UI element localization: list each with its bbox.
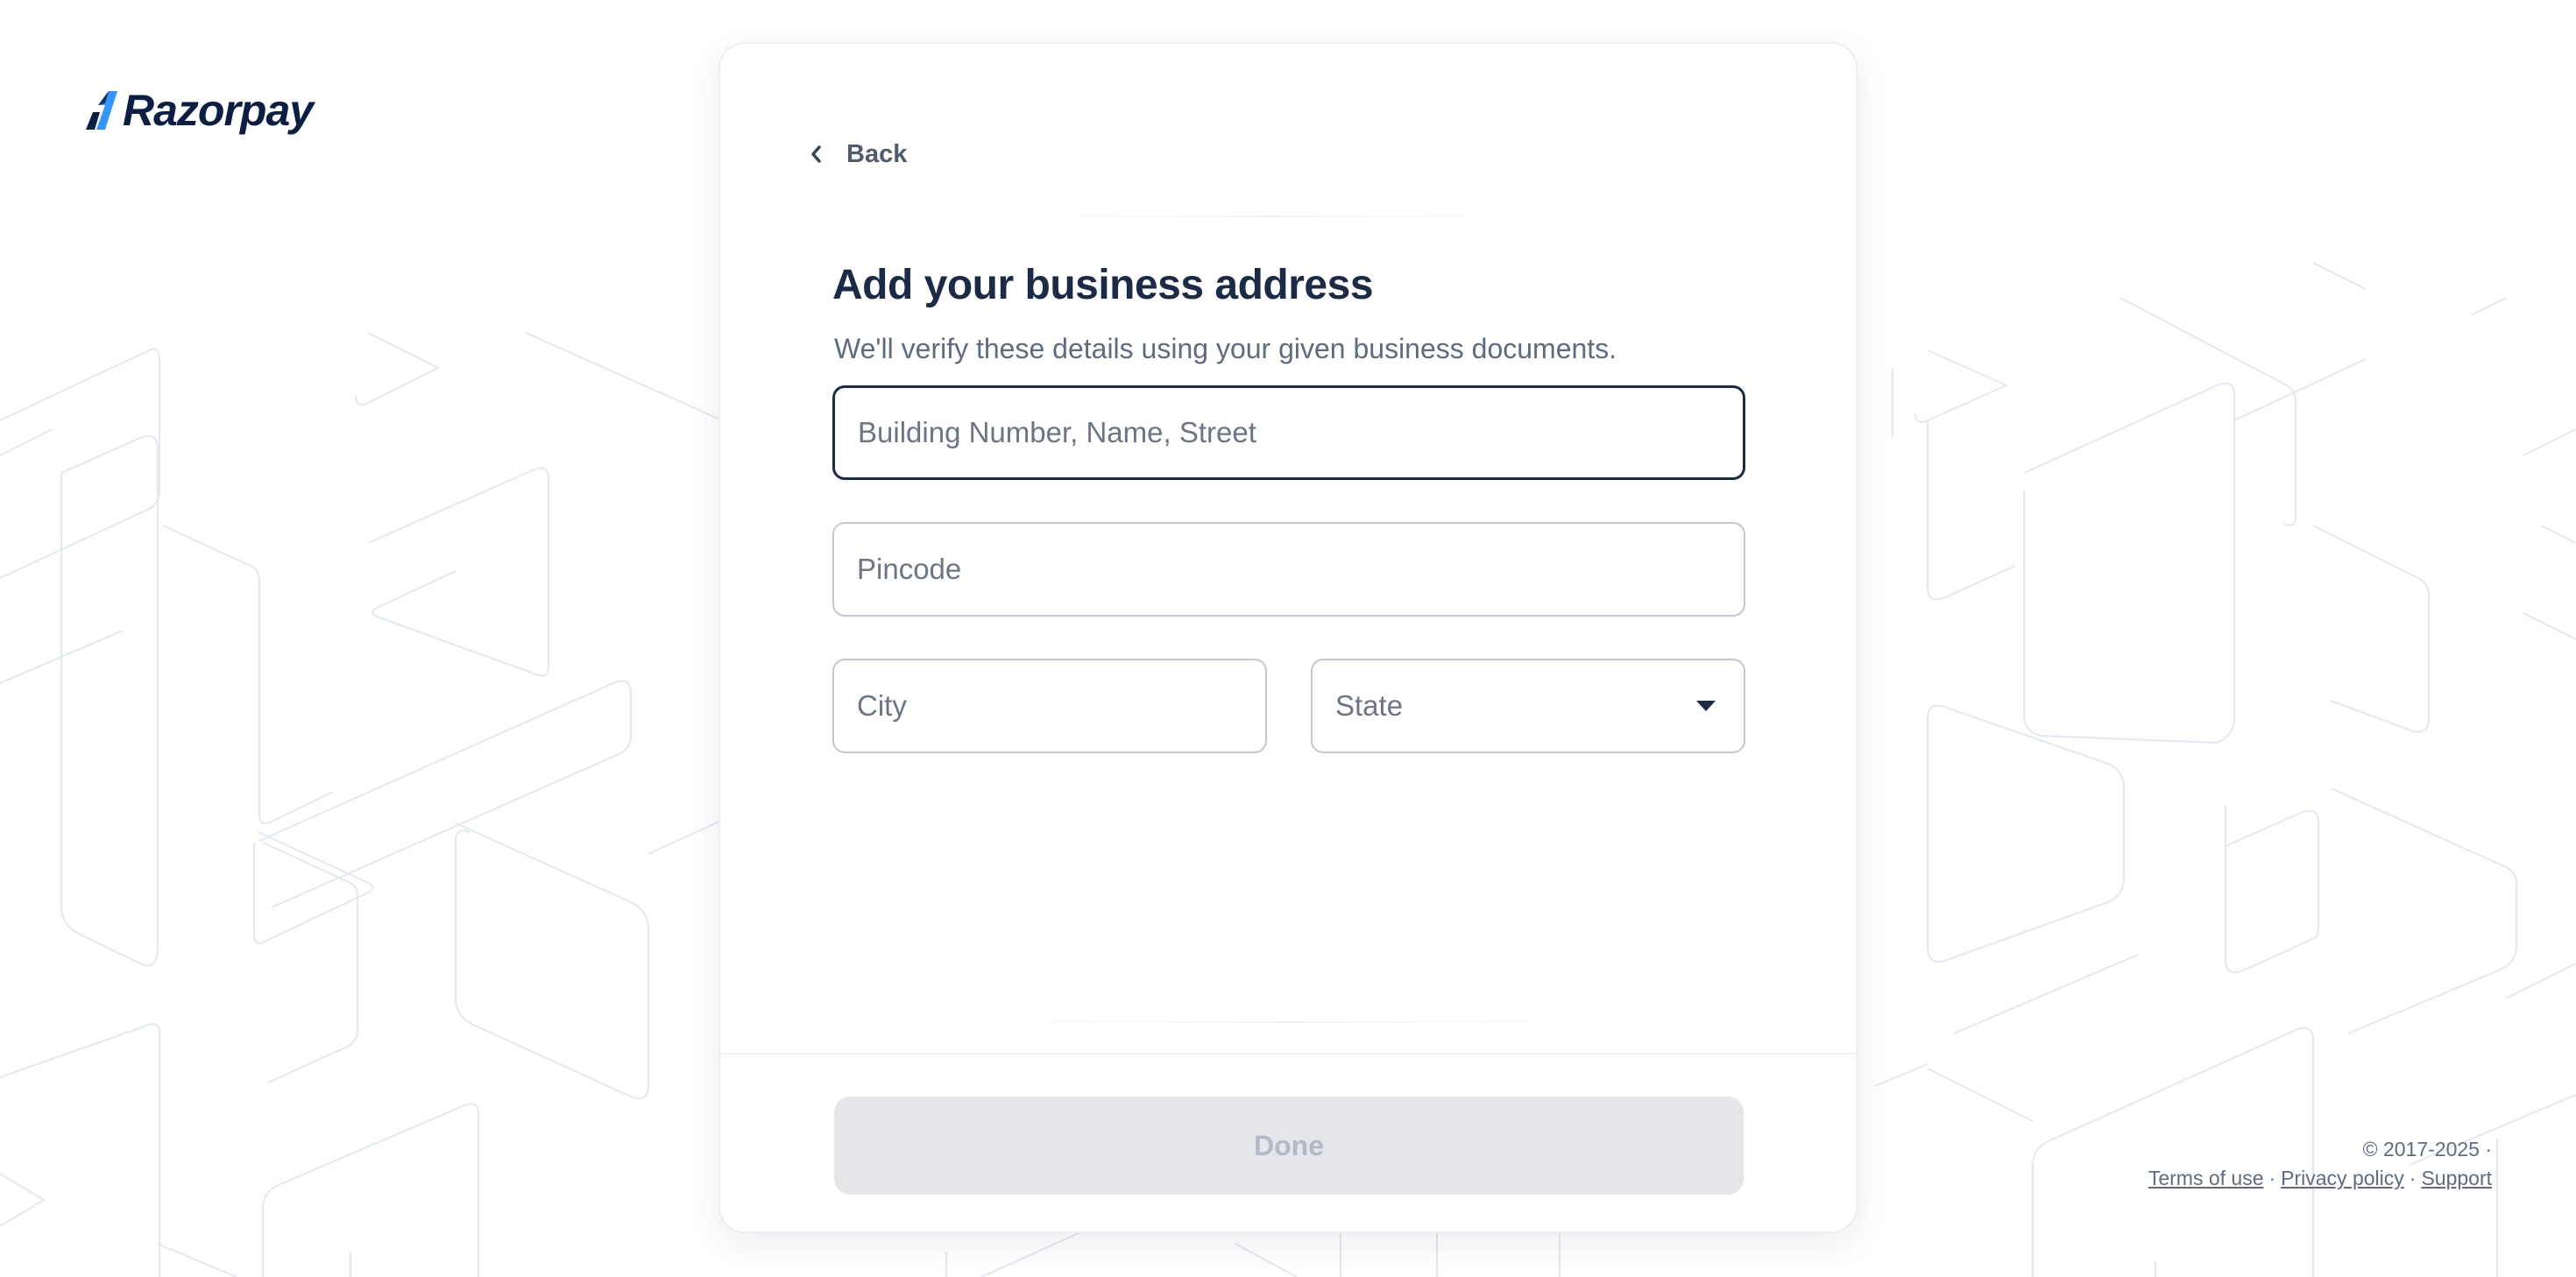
- brand-name: Razorpay: [123, 86, 314, 135]
- street-input[interactable]: [835, 388, 1743, 477]
- card-footer-divider: [720, 1053, 1856, 1055]
- page-title: Add your business address: [832, 262, 1374, 308]
- pincode-input[interactable]: [834, 524, 1744, 615]
- address-form-card: Back Add your business address We'll ver…: [718, 42, 1858, 1233]
- city-input[interactable]: [834, 660, 1265, 751]
- copyright: © 2017-2025 ·: [2362, 1138, 2492, 1161]
- page-subtitle: We'll verify these details using your gi…: [834, 333, 1617, 364]
- terms-of-use-link[interactable]: Terms of use: [2148, 1167, 2264, 1189]
- caret-down-icon: [1693, 693, 1719, 719]
- back-label: Back: [846, 139, 908, 168]
- state-select-label: State: [1335, 689, 1404, 722]
- chevron-left-icon: [799, 137, 834, 172]
- header-divider: [1036, 215, 1509, 217]
- back-button[interactable]: Back: [799, 128, 907, 180]
- legal-footer: © 2017-2025 · Terms of use · Privacy polic…: [2148, 1135, 2492, 1193]
- privacy-policy-link[interactable]: Privacy policy: [2281, 1167, 2404, 1189]
- separator: ·: [2268, 1167, 2276, 1189]
- legal-links: Terms of use · Privacy policy · Support: [2148, 1164, 2492, 1193]
- support-link[interactable]: Support: [2421, 1167, 2492, 1189]
- page: Razorpay Back Add your business address …: [0, 0, 2576, 1277]
- city-field: [832, 659, 1267, 753]
- razorpay-logo-icon: [86, 91, 117, 130]
- street-field: [832, 385, 1745, 480]
- razorpay-logo[interactable]: Razorpay: [84, 84, 314, 137]
- separator: ·: [2409, 1167, 2417, 1189]
- pincode-field: [832, 522, 1745, 617]
- content-divider: [1001, 1021, 1579, 1023]
- done-button[interactable]: Done: [834, 1097, 1744, 1195]
- state-select[interactable]: State: [1311, 659, 1745, 753]
